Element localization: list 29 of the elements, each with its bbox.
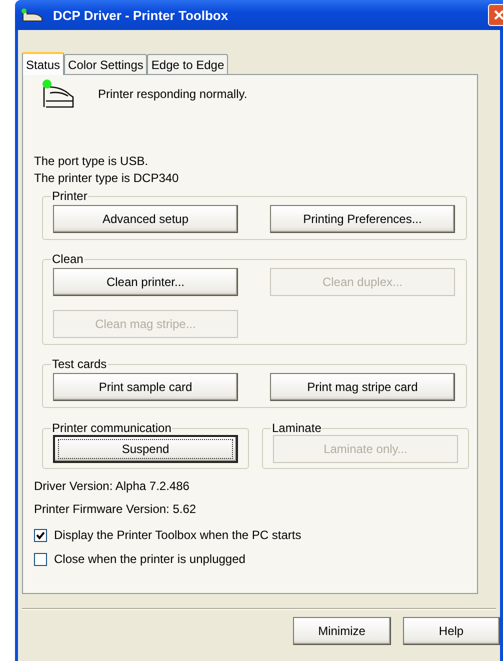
checkbox-label: Close when the printer is unplugged bbox=[54, 552, 246, 566]
tab[interactable]: Status bbox=[22, 52, 64, 75]
group-label: Test cards bbox=[51, 357, 108, 371]
info-text: The printer type is DCP340 bbox=[34, 170, 180, 187]
checkbox[interactable] bbox=[34, 528, 47, 542]
checkbox[interactable] bbox=[34, 552, 47, 566]
info-text: The port type is USB. bbox=[34, 153, 150, 170]
footer-button[interactable]: Minimize bbox=[293, 617, 390, 645]
close-icon bbox=[493, 9, 503, 21]
tab[interactable]: Color Settings bbox=[64, 54, 148, 74]
version-text: Printer Firmware Version: 5.62 bbox=[34, 501, 198, 518]
action-button[interactable]: Clean printer... bbox=[53, 268, 238, 296]
status-message: Printer responding normally. bbox=[98, 87, 248, 101]
action-button[interactable]: Print sample card bbox=[53, 373, 238, 401]
action-button[interactable]: Suspend bbox=[53, 435, 238, 463]
footer-button[interactable]: Help bbox=[402, 617, 500, 645]
group-label: Printer communication bbox=[51, 421, 172, 435]
window-title: DCP Driver - Printer Toolbox bbox=[53, 8, 228, 22]
printer-icon bbox=[21, 8, 43, 22]
group-label: Clean bbox=[51, 252, 84, 266]
tab[interactable]: Edge to Edge bbox=[147, 54, 228, 74]
action-button[interactable]: Printing Preferences... bbox=[270, 205, 455, 233]
printer-status-icon bbox=[40, 79, 76, 109]
checkbox-label: Display the Printer Toolbox when the PC starts bbox=[54, 528, 302, 542]
version-text: Driver Version: Alpha 7.2.486 bbox=[34, 478, 190, 495]
group-label: Laminate bbox=[271, 421, 322, 435]
group-label: Printer bbox=[51, 189, 88, 203]
action-button[interactable]: Advanced setup bbox=[53, 205, 238, 233]
action-button[interactable]: Print mag stripe card bbox=[270, 373, 455, 401]
